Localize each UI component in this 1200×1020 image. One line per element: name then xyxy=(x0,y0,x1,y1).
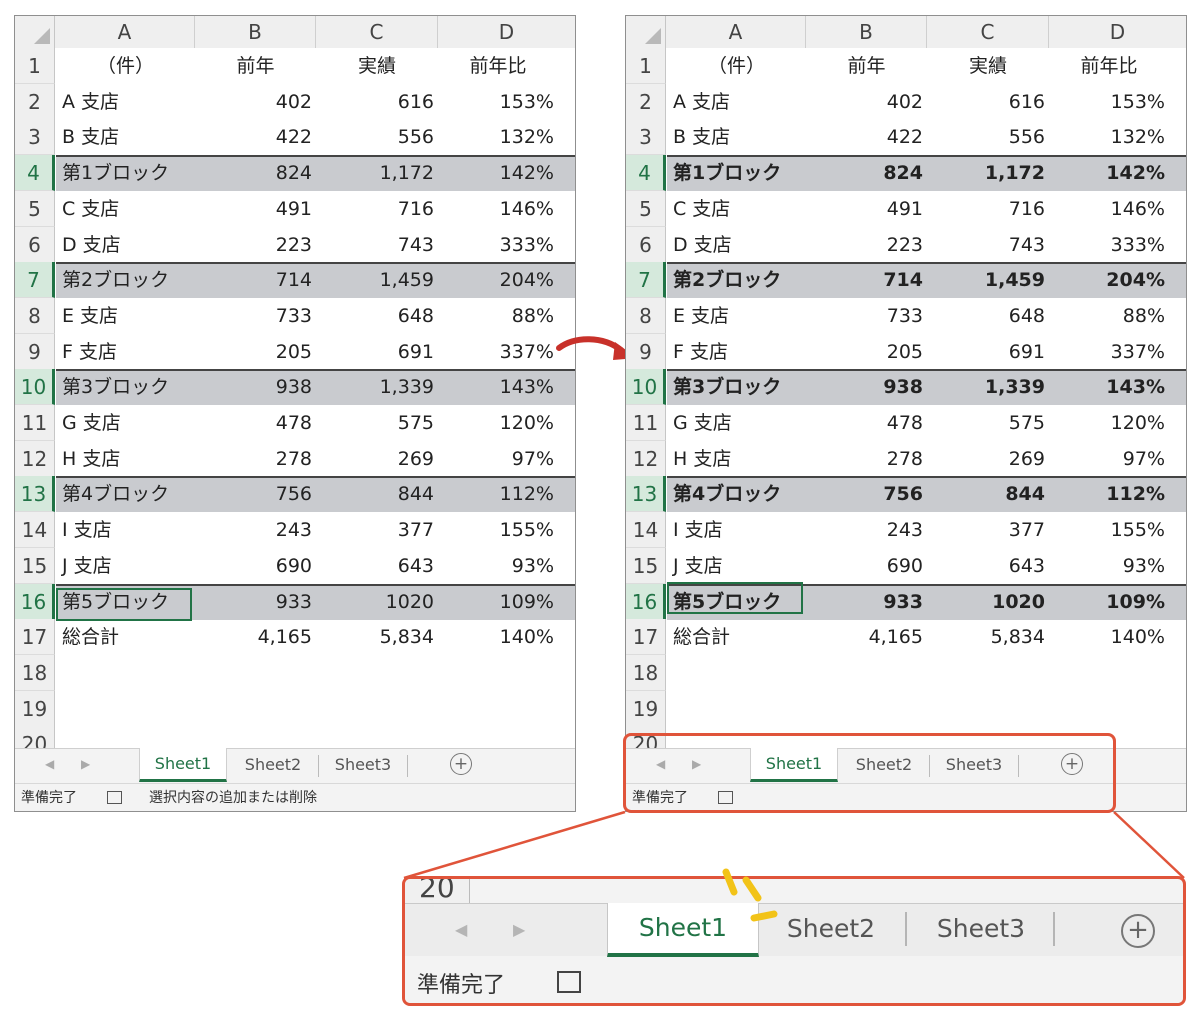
callout-connector-lines xyxy=(403,810,1185,880)
sparkle-icon xyxy=(722,868,778,922)
zoom-tab-separator xyxy=(1053,912,1055,946)
zoom-add-sheet-icon[interactable]: + xyxy=(1121,914,1155,948)
zoom-tab-separator xyxy=(905,912,907,946)
zoom-tab-scroll-left-icon[interactable]: ◀ xyxy=(455,920,467,939)
zoomed-callout: 20 ◀ ▶ Sheet1 Sheet2 Sheet3 + 準備完了 xyxy=(402,876,1186,1006)
zoom-tab-scroll-right-icon[interactable]: ▶ xyxy=(513,920,525,939)
zoom-tab-bar: ◀ ▶ Sheet1 Sheet2 Sheet3 + xyxy=(405,903,1183,957)
zoom-tab-sheet3[interactable]: Sheet3 xyxy=(911,904,1051,954)
zoom-row-20: 20 xyxy=(405,876,470,904)
zoom-row-number: 20 xyxy=(419,876,455,904)
zoom-macro-record-icon[interactable] xyxy=(557,971,581,993)
zoom-status-bar: 準備完了 xyxy=(405,957,1183,1003)
zoom-status-ready: 準備完了 xyxy=(417,973,506,998)
